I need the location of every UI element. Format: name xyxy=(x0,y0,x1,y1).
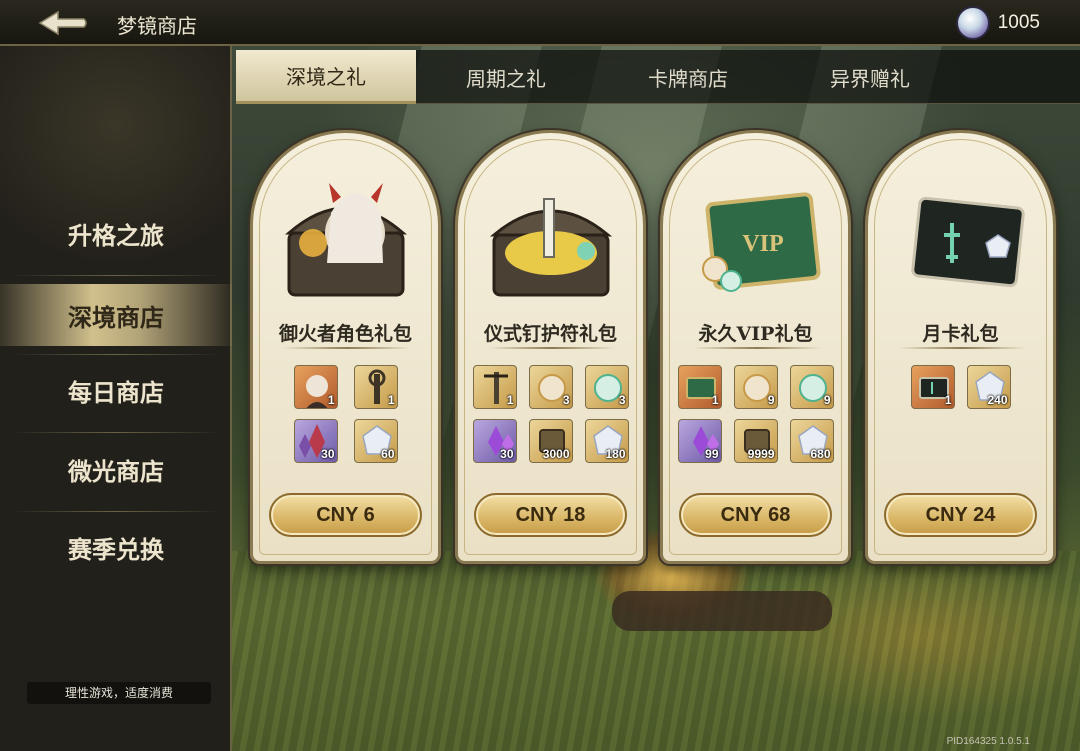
sidebar-item-ascension-journey[interactable]: 升格之旅 xyxy=(0,202,232,264)
sidebar-item-season-exchange[interactable]: 赛季兑换 xyxy=(0,516,232,578)
purchase-button[interactable]: CNY 24 xyxy=(884,493,1037,537)
tab-bar: 深境之礼 周期之礼 卡牌商店 异界赠礼 xyxy=(236,50,1080,104)
divider xyxy=(898,347,1026,349)
sidebar-item-daily-shop[interactable]: 每日商店 xyxy=(0,359,232,421)
reward-grid: 1 3 3 30 3000 180 xyxy=(458,365,643,463)
ritual-nail-icon[interactable]: 1 xyxy=(472,365,517,409)
month-card-icon xyxy=(886,163,1036,313)
tab-abyss-gifts[interactable]: 深境之礼 xyxy=(236,50,416,104)
card-title: 永久VIP礼包 xyxy=(698,323,813,345)
purchase-button[interactable]: CNY 68 xyxy=(679,493,832,537)
divider xyxy=(10,354,222,355)
prism-gem-icon[interactable]: 60 xyxy=(353,419,398,463)
treasure-chest-character-icon xyxy=(271,163,421,313)
vip-card-icon[interactable]: 1 xyxy=(677,365,722,409)
top-bar: 梦镜商店 1005 xyxy=(0,0,1080,46)
divider xyxy=(283,347,411,349)
reward-grid: 1 9 9 99 9999 680 xyxy=(663,365,848,463)
tab-periodic-gifts[interactable]: 周期之礼 xyxy=(416,50,596,104)
page-title: 梦镜商店 xyxy=(117,14,197,38)
gift-pack-card[interactable]: 月卡礼包 1 240 CNY 24 xyxy=(865,130,1056,564)
totem-key-icon[interactable]: 1 xyxy=(353,365,398,409)
back-arrow-icon[interactable] xyxy=(36,8,90,38)
tab-otherworld-gifts[interactable]: 异界赠礼 xyxy=(780,50,960,104)
scroll-tablet-icon[interactable]: 9999 xyxy=(733,419,778,463)
version-label: PID164325 1.0.5.1 xyxy=(946,736,1030,747)
crystal-cluster-icon[interactable]: 30 xyxy=(293,419,338,463)
character-portrait-icon[interactable]: 1 xyxy=(293,365,338,409)
prism-gem-icon xyxy=(955,6,990,40)
prism-gem-icon[interactable]: 180 xyxy=(584,419,629,463)
svg-text:VIP: VIP xyxy=(742,231,783,257)
divider xyxy=(693,347,821,349)
orb-gold-icon[interactable]: 9 xyxy=(733,365,778,409)
month-card-icon[interactable]: 1 xyxy=(910,365,955,409)
card-title: 御火者角色礼包 xyxy=(278,323,412,345)
sidebar-item-abyss-shop[interactable]: 深境商店 xyxy=(0,284,232,346)
currency-display[interactable]: 1005 xyxy=(955,6,1040,40)
crystal-cluster-icon[interactable]: 30 xyxy=(472,419,517,463)
treasure-chest-talisman-icon xyxy=(476,163,626,313)
sidebar: 升格之旅 深境商店 每日商店 微光商店 赛季兑换 理性游戏，适度消费 xyxy=(0,46,232,751)
purchase-button[interactable]: CNY 18 xyxy=(474,493,627,537)
gift-pack-card[interactable]: VIP 永久VIP礼包 1 9 9 99 9999 680 CNY 68 xyxy=(660,130,851,564)
orb-green-icon[interactable]: 9 xyxy=(789,365,834,409)
sidebar-item-glimmer-shop[interactable]: 微光商店 xyxy=(0,438,232,500)
prism-gem-icon[interactable]: 680 xyxy=(789,419,834,463)
vip-card-icon: VIP xyxy=(681,163,831,313)
tab-card-shop[interactable]: 卡牌商店 xyxy=(598,50,778,104)
crystal-cluster-icon[interactable]: 99 xyxy=(677,419,722,463)
divider xyxy=(10,275,222,276)
gift-pack-card[interactable]: 御火者角色礼包 1 1 30 60 CNY 6 xyxy=(250,130,441,564)
orb-green-icon[interactable]: 3 xyxy=(584,365,629,409)
campfire-log xyxy=(612,591,832,631)
orb-gold-icon[interactable]: 3 xyxy=(528,365,573,409)
divider xyxy=(10,432,222,433)
divider xyxy=(10,511,222,512)
gift-pack-card[interactable]: 仪式钉护符礼包 1 3 3 30 3000 180 CNY 18 xyxy=(455,130,646,564)
scroll-tablet-icon[interactable]: 3000 xyxy=(528,419,573,463)
card-title: 月卡礼包 xyxy=(922,323,999,345)
spending-notice: 理性游戏，适度消费 xyxy=(27,682,211,704)
currency-amount: 1005 xyxy=(997,12,1040,33)
card-title: 仪式钉护符礼包 xyxy=(483,323,617,345)
purchase-button[interactable]: CNY 6 xyxy=(269,493,422,537)
prism-gem-icon[interactable]: 240 xyxy=(966,365,1011,409)
reward-grid: 1 1 30 60 xyxy=(253,365,438,463)
reward-grid: 1 240 xyxy=(868,365,1053,409)
divider xyxy=(488,347,616,349)
